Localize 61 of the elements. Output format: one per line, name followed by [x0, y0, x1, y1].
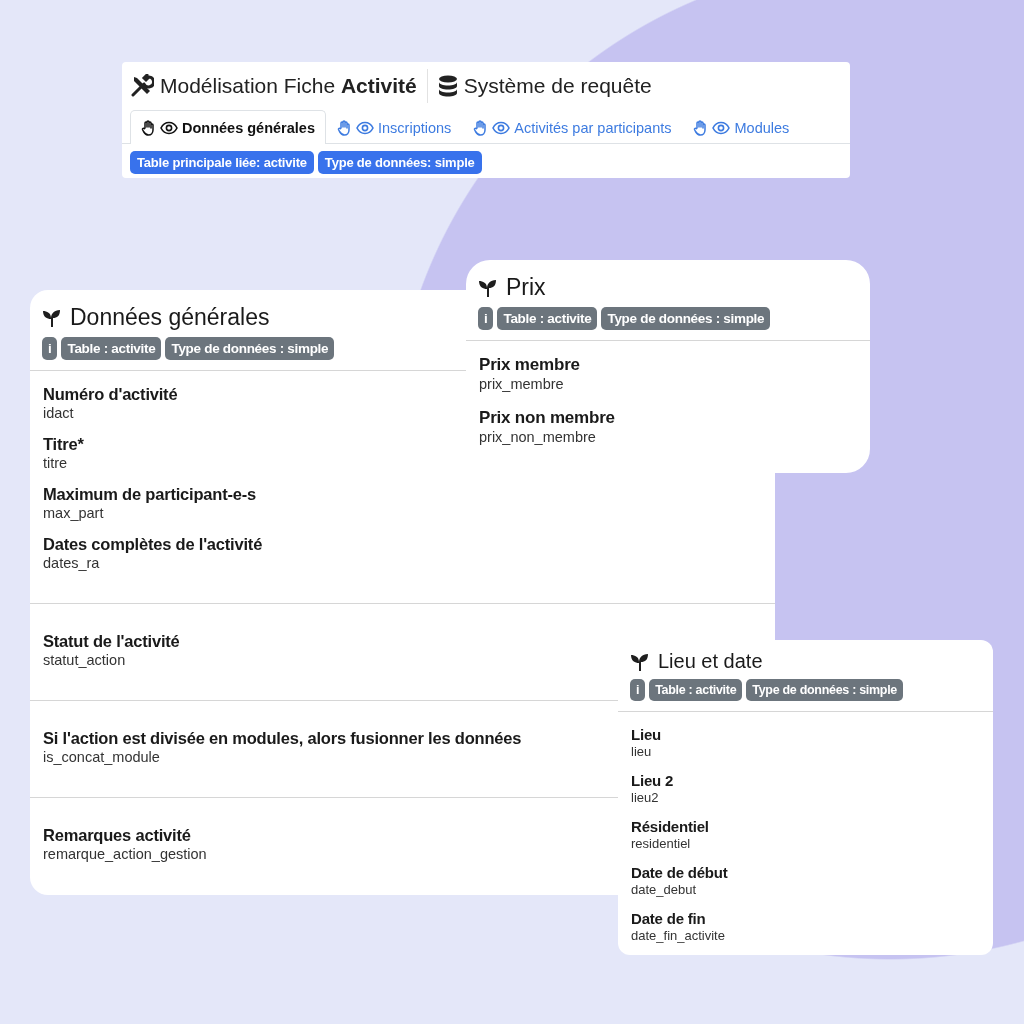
field-name: date_debut	[631, 882, 697, 897]
field-label: Statut de l'activité	[43, 632, 180, 651]
tab[interactable]: Activités par participants	[462, 110, 683, 144]
badge: Table : activite	[649, 679, 743, 701]
card-title: Lieu et date	[658, 650, 763, 673]
field-label: Remarques activité	[43, 826, 191, 845]
info-badge: i	[42, 337, 58, 360]
field-name: date_fin_activite	[631, 928, 725, 943]
eye-icon	[712, 120, 731, 135]
hand-icon	[473, 119, 489, 136]
info-badge: i	[630, 679, 646, 701]
database-icon	[437, 75, 458, 97]
section-title: Système de requête	[463, 74, 652, 98]
eye-icon	[492, 120, 511, 135]
sprout-icon	[630, 651, 650, 672]
field-name: lieu2	[631, 790, 659, 805]
field-label: Dates complètes de l'activité	[43, 535, 263, 554]
field-label: Titre*	[43, 435, 84, 454]
badge: Type de données : simple	[746, 679, 903, 701]
sprout-icon	[42, 307, 62, 328]
field-name: max_part	[43, 505, 104, 521]
tab[interactable]: Modules	[682, 110, 801, 144]
hand-icon	[337, 119, 352, 136]
page-title: Modélisation Fiche Activité	[160, 74, 417, 98]
field-label: Prix membre	[479, 355, 580, 375]
field-name: residentiel	[631, 836, 691, 851]
badge: Table : activite	[61, 337, 162, 360]
card-title: Prix	[506, 274, 546, 301]
field-name: prix_membre	[479, 376, 564, 392]
field-name: titre	[43, 455, 68, 471]
field-label: Si l'action est divisée en modules, alors fusionner les données	[43, 729, 522, 748]
hand-icon	[693, 119, 709, 136]
hand-icon	[141, 119, 156, 136]
badge: Type de données : simple	[165, 337, 335, 360]
tools-icon	[130, 74, 154, 98]
tab[interactable]: Inscriptions	[326, 110, 463, 144]
field-label: Date de fin	[631, 910, 706, 927]
field-label: Prix non membre	[479, 408, 615, 428]
field-label: Maximum de participant-e-s	[43, 485, 256, 504]
field-label: Lieu 2	[631, 772, 674, 789]
badge: Type de données : simple	[601, 307, 771, 330]
card-title: Données générales	[70, 304, 270, 331]
field-name: idact	[43, 405, 74, 421]
field-label: Lieu	[631, 726, 662, 743]
field-name: dates_ra	[43, 555, 100, 571]
eye-icon	[160, 120, 178, 135]
field-name: statut_action	[43, 652, 126, 668]
field-name: lieu	[631, 744, 652, 759]
field-label: Date de début	[631, 864, 728, 881]
badge: Table : activite	[497, 307, 598, 330]
field-name: prix_non_membre	[479, 429, 596, 445]
eye-icon	[356, 120, 374, 135]
info-badge: i	[478, 307, 494, 330]
field-name: remarque_action_gestion	[43, 846, 207, 862]
badge: Type de données: simple	[317, 151, 482, 174]
badge: Table principale liée: activite	[130, 151, 314, 174]
tab[interactable]: Données générales	[130, 110, 326, 144]
field-name: is_concat_module	[43, 749, 160, 765]
sprout-icon	[478, 277, 498, 298]
field-label: Numéro d'activité	[43, 385, 178, 404]
field-label: Résidentiel	[631, 818, 709, 835]
